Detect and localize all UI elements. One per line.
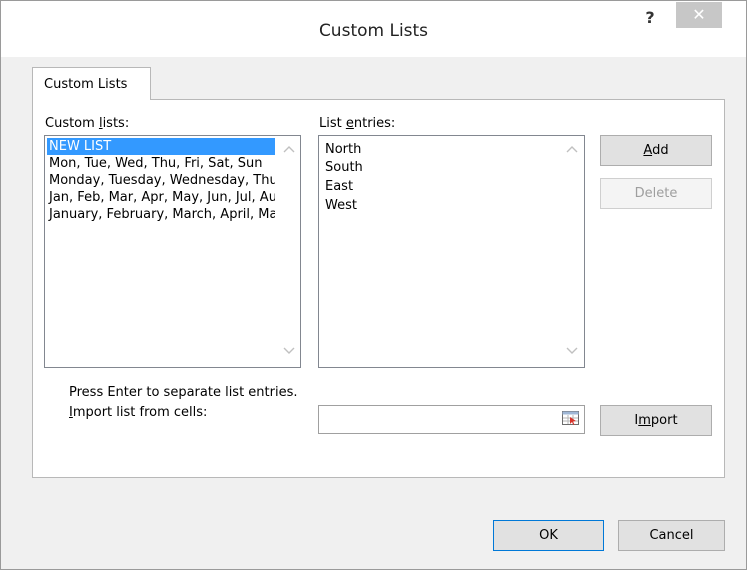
list-item[interactable]: Monday, Tuesday, Wednesday, Thursday, Fr… [47, 172, 275, 189]
chevron-down-icon[interactable] [564, 344, 580, 360]
custom-lists-listbox[interactable]: NEW LIST Mon, Tue, Wed, Thu, Fri, Sat, S… [44, 135, 301, 368]
ok-button[interactable]: OK [493, 520, 604, 551]
list-entry: East [325, 179, 354, 194]
add-button[interactable]: Add [600, 135, 712, 166]
import-range-input[interactable] [318, 405, 585, 434]
custom-lists-dialog: Custom Lists ? ✕ Custom Lists Custom lis… [0, 0, 747, 570]
hint-text: Press Enter to separate list entries. [69, 385, 298, 400]
import-button[interactable]: Import [600, 405, 712, 436]
list-item[interactable]: Jan, Feb, Mar, Apr, May, Jun, Jul, Aug, … [47, 189, 275, 206]
list-entry: West [325, 198, 357, 213]
collapse-dialog-icon[interactable] [561, 409, 580, 427]
close-icon[interactable]: ✕ [676, 2, 722, 28]
delete-button[interactable]: Delete [600, 178, 712, 209]
help-icon[interactable]: ? [635, 7, 665, 29]
list-entry: South [325, 160, 363, 175]
list-item[interactable]: Mon, Tue, Wed, Thu, Fri, Sat, Sun [47, 155, 275, 172]
list-entry: North [325, 142, 362, 157]
list-entries-label: List entries: [319, 116, 396, 131]
list-item[interactable]: January, February, March, April, May, Ju… [47, 206, 275, 223]
chevron-up-icon[interactable] [564, 142, 580, 158]
title-bar: Custom Lists ? ✕ [1, 1, 746, 57]
tab-label: Custom Lists [44, 77, 128, 92]
import-label: Import list from cells: [69, 405, 208, 420]
chevron-down-icon[interactable] [281, 344, 297, 360]
chevron-up-icon[interactable] [281, 142, 297, 158]
custom-lists-label: Custom lists: [45, 116, 130, 131]
cancel-button[interactable]: Cancel [618, 520, 725, 551]
list-item[interactable]: NEW LIST [47, 138, 275, 155]
list-entries-textbox[interactable]: North South East West [318, 135, 585, 368]
tab-custom-lists[interactable]: Custom Lists [32, 67, 151, 100]
